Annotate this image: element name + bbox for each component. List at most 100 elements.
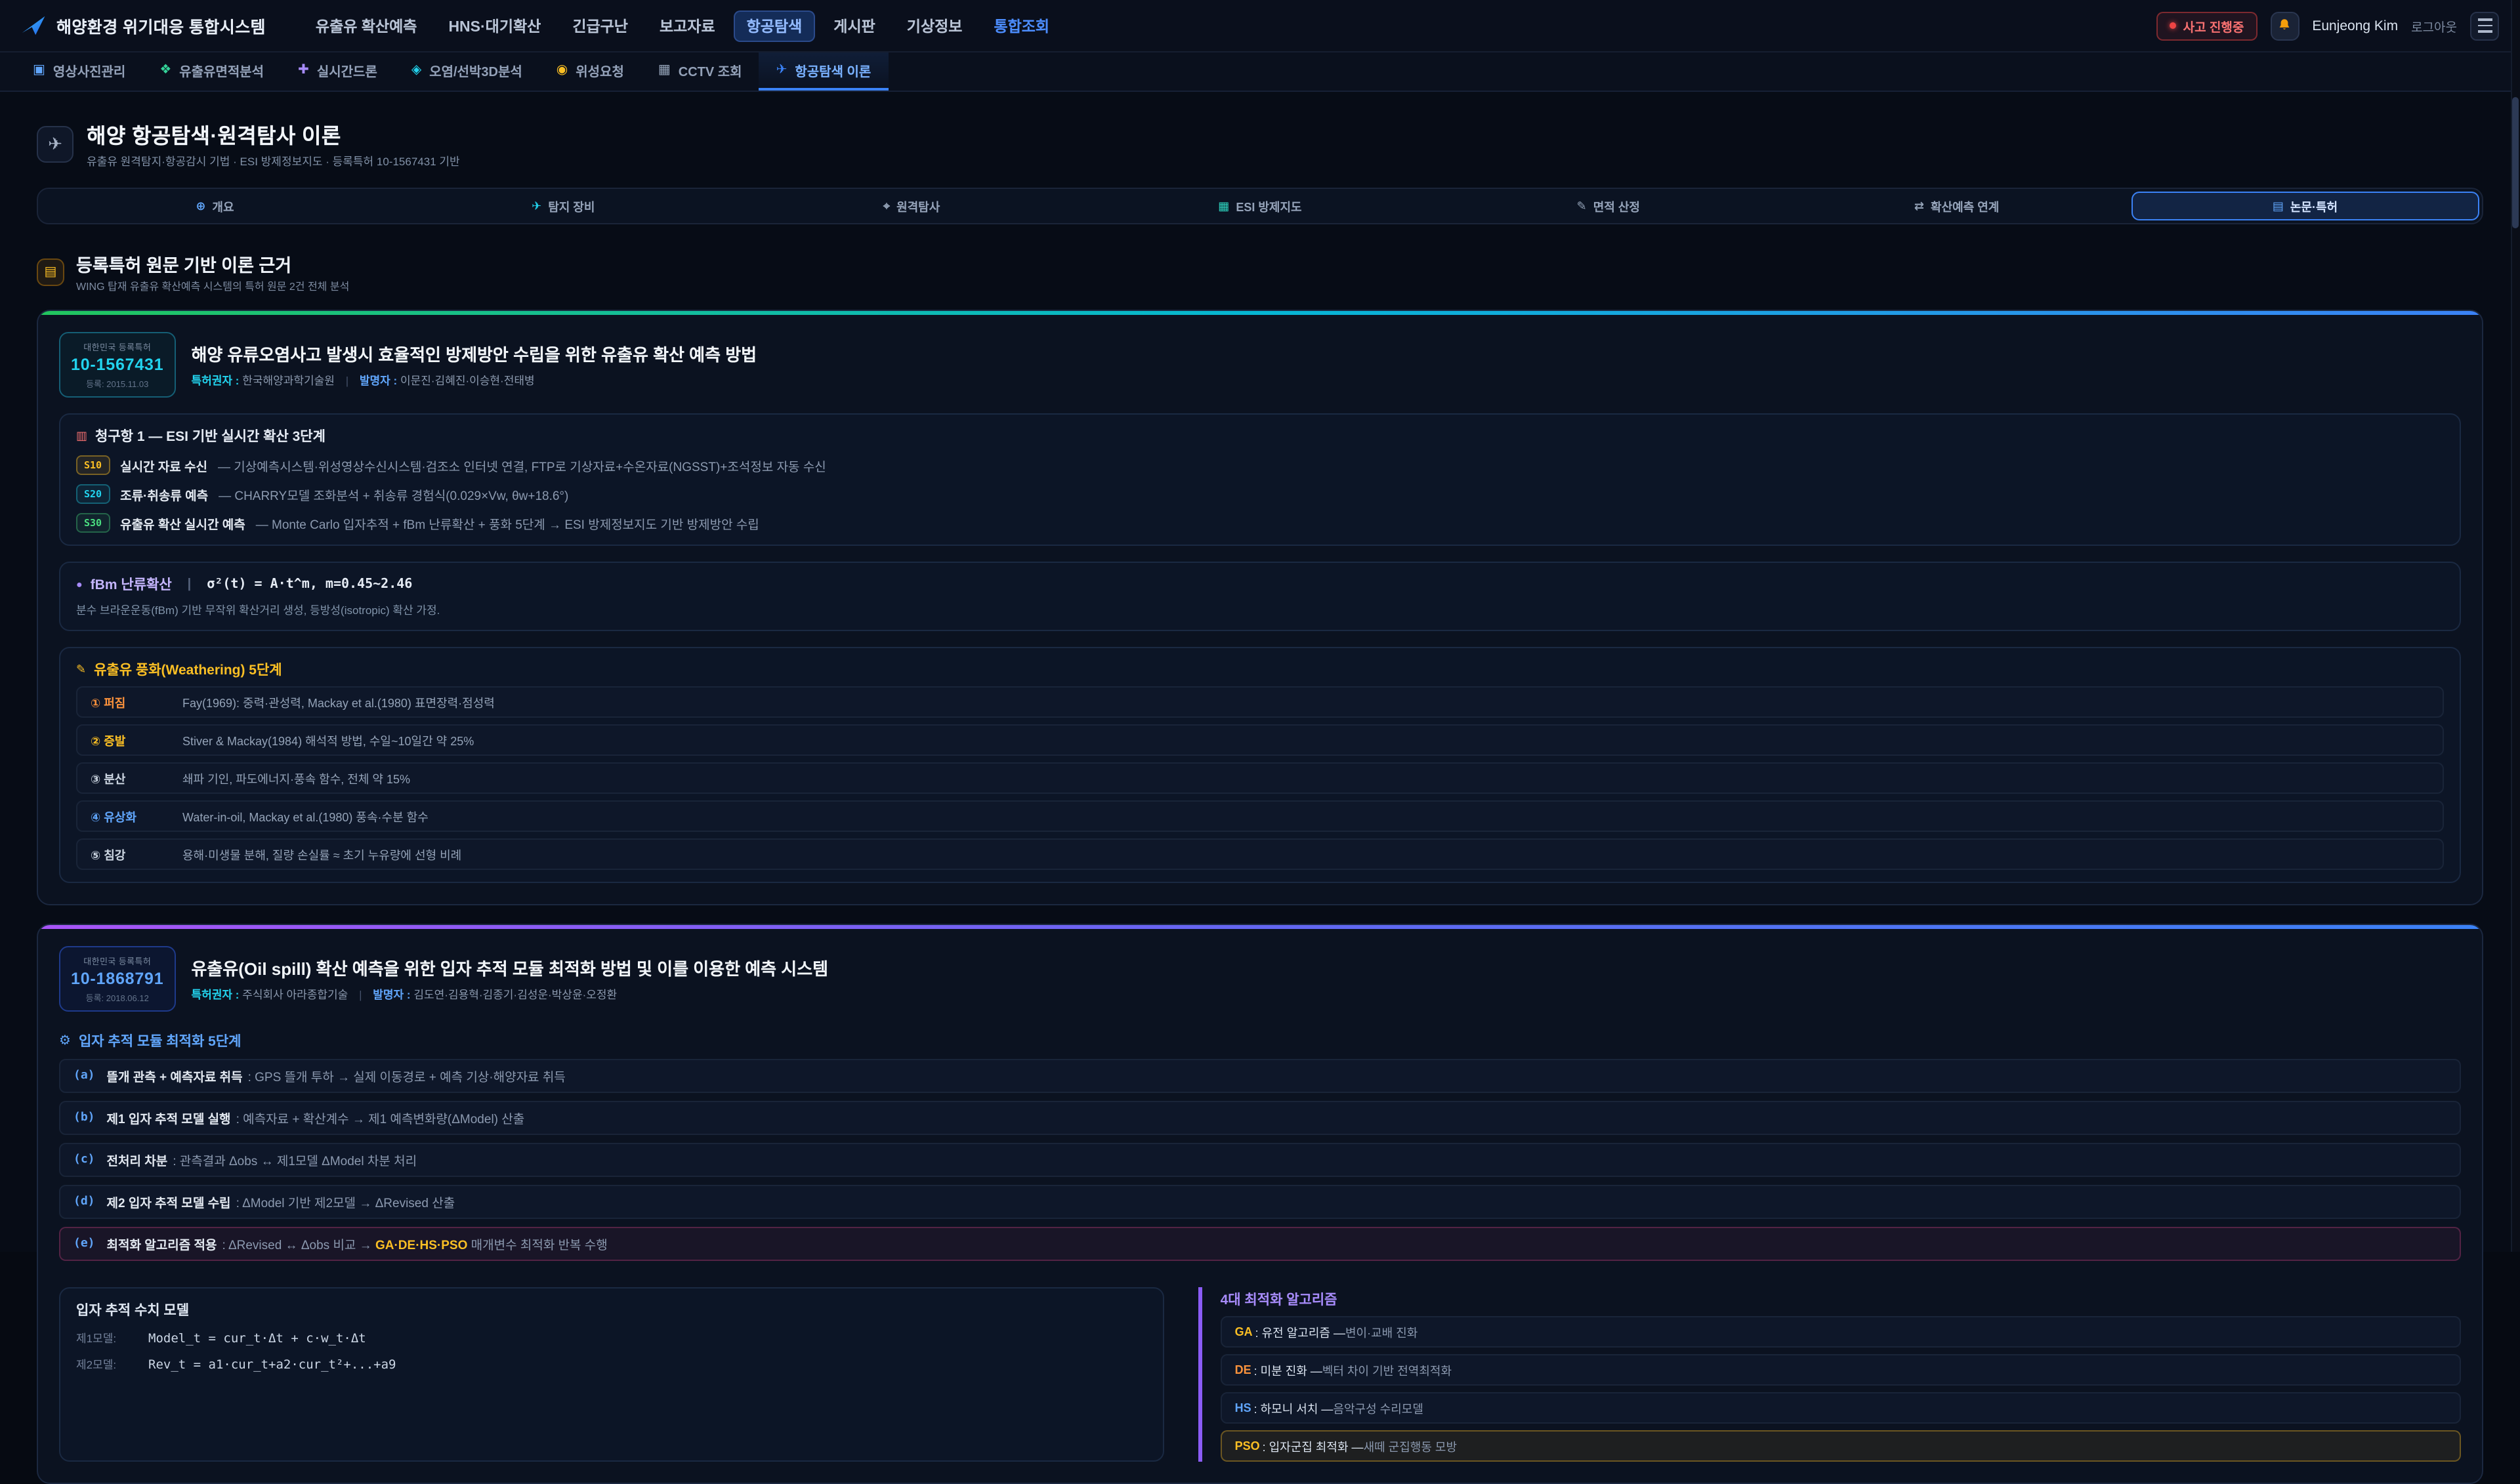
subnav-tab-aerial-search-theory[interactable]: ✈ 항공탐색 이론	[759, 52, 889, 91]
model-formula: Model_t = cur_t·Δt + c·w_t·Δt	[148, 1332, 366, 1346]
algorithm-abbr: GA	[1235, 1325, 1253, 1338]
weathering-title: 유출유 풍화(Weathering) 5단계	[94, 660, 282, 680]
pill-tab-remote-sensing[interactable]: ⌖ 원격탐사	[738, 192, 1086, 220]
claim-panel-header: ▥ 청구항 1 — ESI 기반 실시간 확산 3단계	[76, 426, 2444, 446]
pill-label: 탐지 장비	[548, 197, 595, 215]
algorithms-panel-title: 4대 최적화 알고리즘	[1221, 1290, 2461, 1309]
pencil-icon: ✎	[1577, 199, 1587, 213]
app-viewport: 해양환경 위기대응 통합시스템 유출유 확산예측 HNS·대기확산 긴급구난 보…	[0, 0, 2520, 1252]
model-label: 제2모델:	[76, 1357, 136, 1372]
menu-item-aerial-search[interactable]: 항공탐색	[734, 10, 816, 41]
fbm-name: fBm 난류확산	[91, 575, 172, 594]
patent-title: 유출유(Oil spill) 확산 예측을 위한 입자 추적 모듈 최적화 방법…	[191, 955, 828, 980]
page-title: 해양 항공탐색·원격탐사 이론	[87, 118, 460, 150]
algorithm-desc: 새떼 군집행동 모방	[1364, 1437, 1458, 1454]
weathering-header: ✎ 유출유 풍화(Weathering) 5단계	[76, 660, 2444, 680]
model-panel-title: 입자 추적 수치 모델	[76, 1300, 1147, 1320]
pill-label: 확산예측 연계	[1931, 197, 1999, 215]
pill-tab-detection-equipment[interactable]: ✈ 탐지 장비	[389, 192, 738, 220]
drone-icon: ✚	[298, 63, 309, 77]
step-key: (c)	[74, 1153, 95, 1166]
section-header: ▤ 등록특허 원문 기반 이론 근거 WING 탑재 유출유 확산예측 시스템의…	[37, 251, 2483, 294]
subnav-tab-image-photo-mgmt[interactable]: ▣ 영상사진관리	[16, 52, 142, 91]
weathering-stage-desc: 쇄파 기인, 파도에너지·풍속 함수, 전체 약 15%	[182, 770, 410, 787]
step-desc: — CHARRY모델 조화분석 + 취송류 경험식(0.029×Vw, θw+1…	[219, 485, 568, 503]
inventors-value: 이문진·김혜진·이승현·전태병	[400, 374, 535, 387]
algorithm-row-ga: GA : 유전 알고리즘 — 변이·교배 진화	[1221, 1316, 2461, 1348]
user-name[interactable]: Eunjeong Kim	[2312, 18, 2398, 33]
subnav-tab-satellite-request[interactable]: ◉ 위성요청	[539, 52, 641, 91]
patent-reg-date: 등록: 2018.06.12	[71, 991, 163, 1004]
algorithm-row-hs: HS : 하모니 서치 — 음악구성 수리모델	[1221, 1392, 2461, 1424]
logout-link[interactable]: 로그아웃	[2411, 16, 2457, 35]
brand[interactable]: 해양환경 위기대응 통합시스템	[21, 13, 266, 38]
page-subtitle: 유출유 원격탐지·항공감시 기법 · ESI 방제정보지도 · 등록특허 10-…	[87, 154, 460, 169]
weathering-stage-label: ③ 분산	[91, 770, 182, 787]
inventors-label: 발명자 :	[373, 988, 410, 1001]
subnav-label: 실시간드론	[317, 60, 377, 80]
pill-label: 면적 산정	[1593, 197, 1640, 215]
algorithm-name: : 미분 진화 —	[1254, 1361, 1322, 1378]
menu-item-oil-spill-forecast[interactable]: 유출유 확산예측	[303, 10, 430, 41]
meta-divider: |	[346, 374, 348, 387]
pill-tab-papers-patents[interactable]: ▤ 논문·특허	[2131, 192, 2479, 220]
meta-divider: |	[359, 988, 362, 1001]
optimization-step-e: (e) 최적화 알고리즘 적용 : ΔRevised ↔ Δobs 비교 → G…	[59, 1227, 2461, 1261]
bell-icon	[2276, 17, 2293, 34]
model-row: 제1모델: Model_t = cur_t·Δt + c·w_t·Δt	[76, 1330, 1147, 1346]
weathering-stage-desc: Stiver & Mackay(1984) 해석적 방법, 수일~10일간 약 …	[182, 732, 474, 749]
inventors-label: 발명자 :	[360, 374, 397, 387]
weathering-row: ① 퍼짐 Fay(1969): 중력·관성력, Mackay et al.(19…	[76, 686, 2444, 718]
gear-icon: ⚙	[59, 1034, 71, 1048]
plane-icon: ✈	[532, 199, 541, 213]
pill-tab-esi-map[interactable]: ▦ ESI 방제지도	[1086, 192, 1435, 220]
step-desc: : 예측자료 + 확산계수 → 제1 예측변화량(ΔModel) 산출	[236, 1109, 525, 1127]
weathering-stage-desc: Water-in-oil, Mackay et al.(1980) 풍속·수분 …	[182, 808, 429, 825]
menu-item-integrated-search[interactable]: 통합조회	[980, 10, 1062, 41]
weathering-panel: ✎ 유출유 풍화(Weathering) 5단계 ① 퍼짐 Fay(1969):…	[59, 647, 2461, 883]
pill-label: 논문·특허	[2290, 197, 2338, 215]
pill-label: 원격탐사	[896, 197, 940, 215]
optimization-step-a: (a) 뜰개 관측 + 예측자료 취득 : GPS 뜰개 투하 → 실제 이동경…	[59, 1059, 2461, 1093]
menu-item-weather-info[interactable]: 기상정보	[894, 10, 976, 41]
vertical-scrollbar[interactable]	[2511, 0, 2520, 1252]
step-desc: : ΔModel 기반 제2모델 → ΔRevised 산출	[236, 1193, 455, 1211]
scrollbar-thumb[interactable]	[2512, 97, 2519, 228]
page-header: ✈ 해양 항공탐색·원격탐사 이론 유출유 원격탐지·항공감시 기법 · ESI…	[37, 118, 2483, 169]
incident-status-badge[interactable]: 사고 진행중	[2157, 11, 2258, 40]
subnav-tab-pollution-ship-3d[interactable]: ◈ 오염/선박3D분석	[394, 52, 539, 91]
hamburger-menu-button[interactable]	[2470, 11, 2499, 40]
patent-number: 10-1868791	[71, 970, 163, 988]
document-icon: ▤	[2273, 199, 2284, 213]
ship-3d-icon: ◈	[411, 63, 421, 77]
subnav-label: 유출유면적분석	[179, 60, 264, 80]
patent-registration-badge: 대한민국 등록특허 10-1567431 등록: 2015.11.03	[59, 332, 175, 398]
step-name: 실시간 자료 수신	[120, 456, 207, 474]
book-icon: ▤	[37, 258, 64, 286]
menu-item-reports[interactable]: 보고자료	[646, 10, 728, 41]
navbar-right: 사고 진행중 Eunjeong Kim 로그아웃	[2157, 11, 2499, 40]
weathering-row: ④ 유상화 Water-in-oil, Mackay et al.(1980) …	[76, 800, 2444, 832]
notifications-button[interactable]	[2270, 11, 2299, 40]
pill-tab-overview[interactable]: ⊕ 개요	[41, 192, 389, 220]
pill-tab-diffusion-link[interactable]: ⇄ 확산예측 연계	[1782, 192, 2131, 220]
weathering-stage-label: ④ 유상화	[91, 808, 182, 825]
menu-item-board[interactable]: 게시판	[820, 10, 889, 41]
step-name: 제2 입자 추적 모델 수립	[107, 1193, 231, 1211]
step-key: (d)	[74, 1195, 95, 1208]
satellite-icon: ◉	[556, 63, 568, 77]
optimization-step-c: (c) 전처리 차분 : 관측결과 Δobs ↔ 제1모델 ΔModel 차분 …	[59, 1143, 2461, 1177]
pill-tab-area-calculation[interactable]: ✎ 면적 산정	[1434, 192, 1782, 220]
sub-navigation: ▣ 영상사진관리 ❖ 유출유면적분석 ✚ 실시간드론 ◈ 오염/선박3D분석 ◉…	[0, 52, 2520, 92]
menu-item-emergency-rescue[interactable]: 긴급구난	[559, 10, 641, 41]
patent-card-1567431: 대한민국 등록특허 10-1567431 등록: 2015.11.03 해양 유…	[37, 310, 2483, 905]
algorithm-abbr: HS	[1235, 1401, 1251, 1414]
page-plane-icon: ✈	[37, 125, 74, 162]
menu-item-hns-dispersion[interactable]: HNS·대기확산	[435, 10, 554, 41]
subnav-tab-cctv-view[interactable]: ▦ CCTV 조회	[641, 52, 759, 91]
subnav-tab-realtime-drone[interactable]: ✚ 실시간드론	[281, 52, 394, 91]
algorithm-name: : 하모니 서치 —	[1254, 1399, 1334, 1416]
patent-header: 대한민국 등록특허 10-1567431 등록: 2015.11.03 해양 유…	[59, 332, 2461, 398]
globe-icon: ⊕	[196, 199, 205, 213]
subnav-tab-oil-area-analysis[interactable]: ❖ 유출유면적분석	[142, 52, 281, 91]
